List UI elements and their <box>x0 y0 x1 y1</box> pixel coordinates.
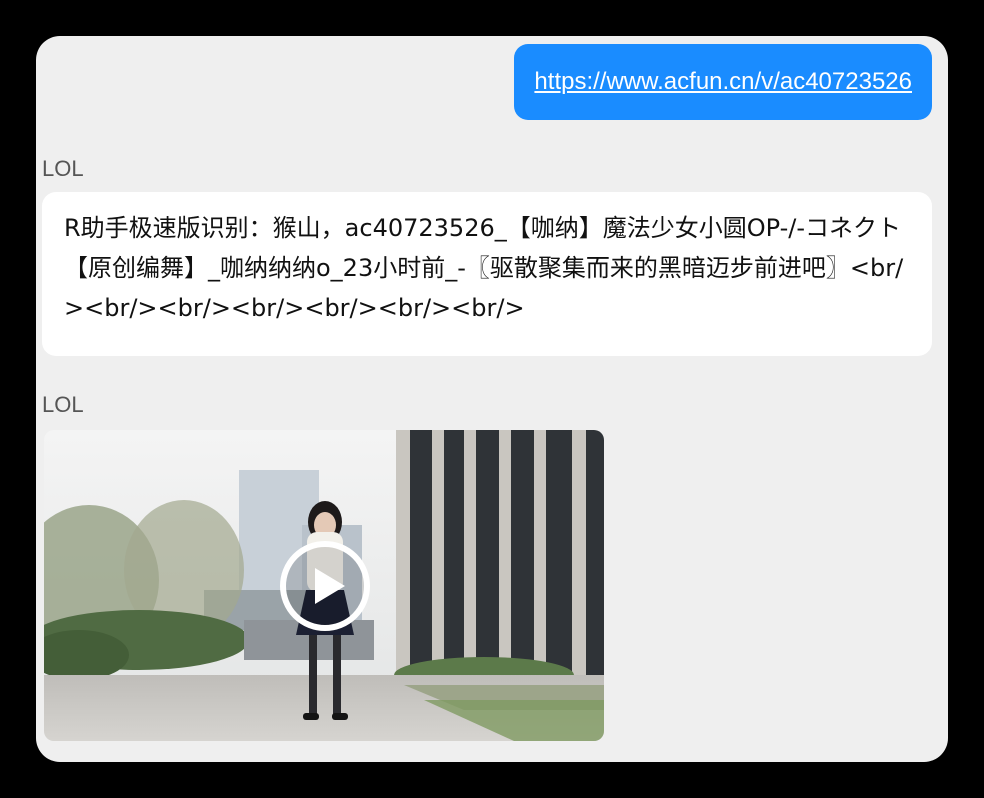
message-text: R助手极速版识别：猴山，ac40723526_【咖纳】魔法少女小圆OP-/-コネ… <box>64 214 904 322</box>
sender-name: LOL <box>42 392 84 417</box>
shared-link[interactable]: https://www.acfun.cn/v/ac40723526 <box>534 68 912 96</box>
outgoing-message-bubble: https://www.acfun.cn/v/ac40723526 <box>514 44 932 120</box>
chat-window: https://www.acfun.cn/v/ac40723526 LOL R助… <box>36 36 948 762</box>
sender-name: LOL <box>42 156 84 181</box>
video-message[interactable] <box>44 430 604 741</box>
incoming-message-bubble: R助手极速版识别：猴山，ac40723526_【咖纳】魔法少女小圆OP-/-コネ… <box>42 192 932 356</box>
play-icon[interactable] <box>279 540 371 632</box>
